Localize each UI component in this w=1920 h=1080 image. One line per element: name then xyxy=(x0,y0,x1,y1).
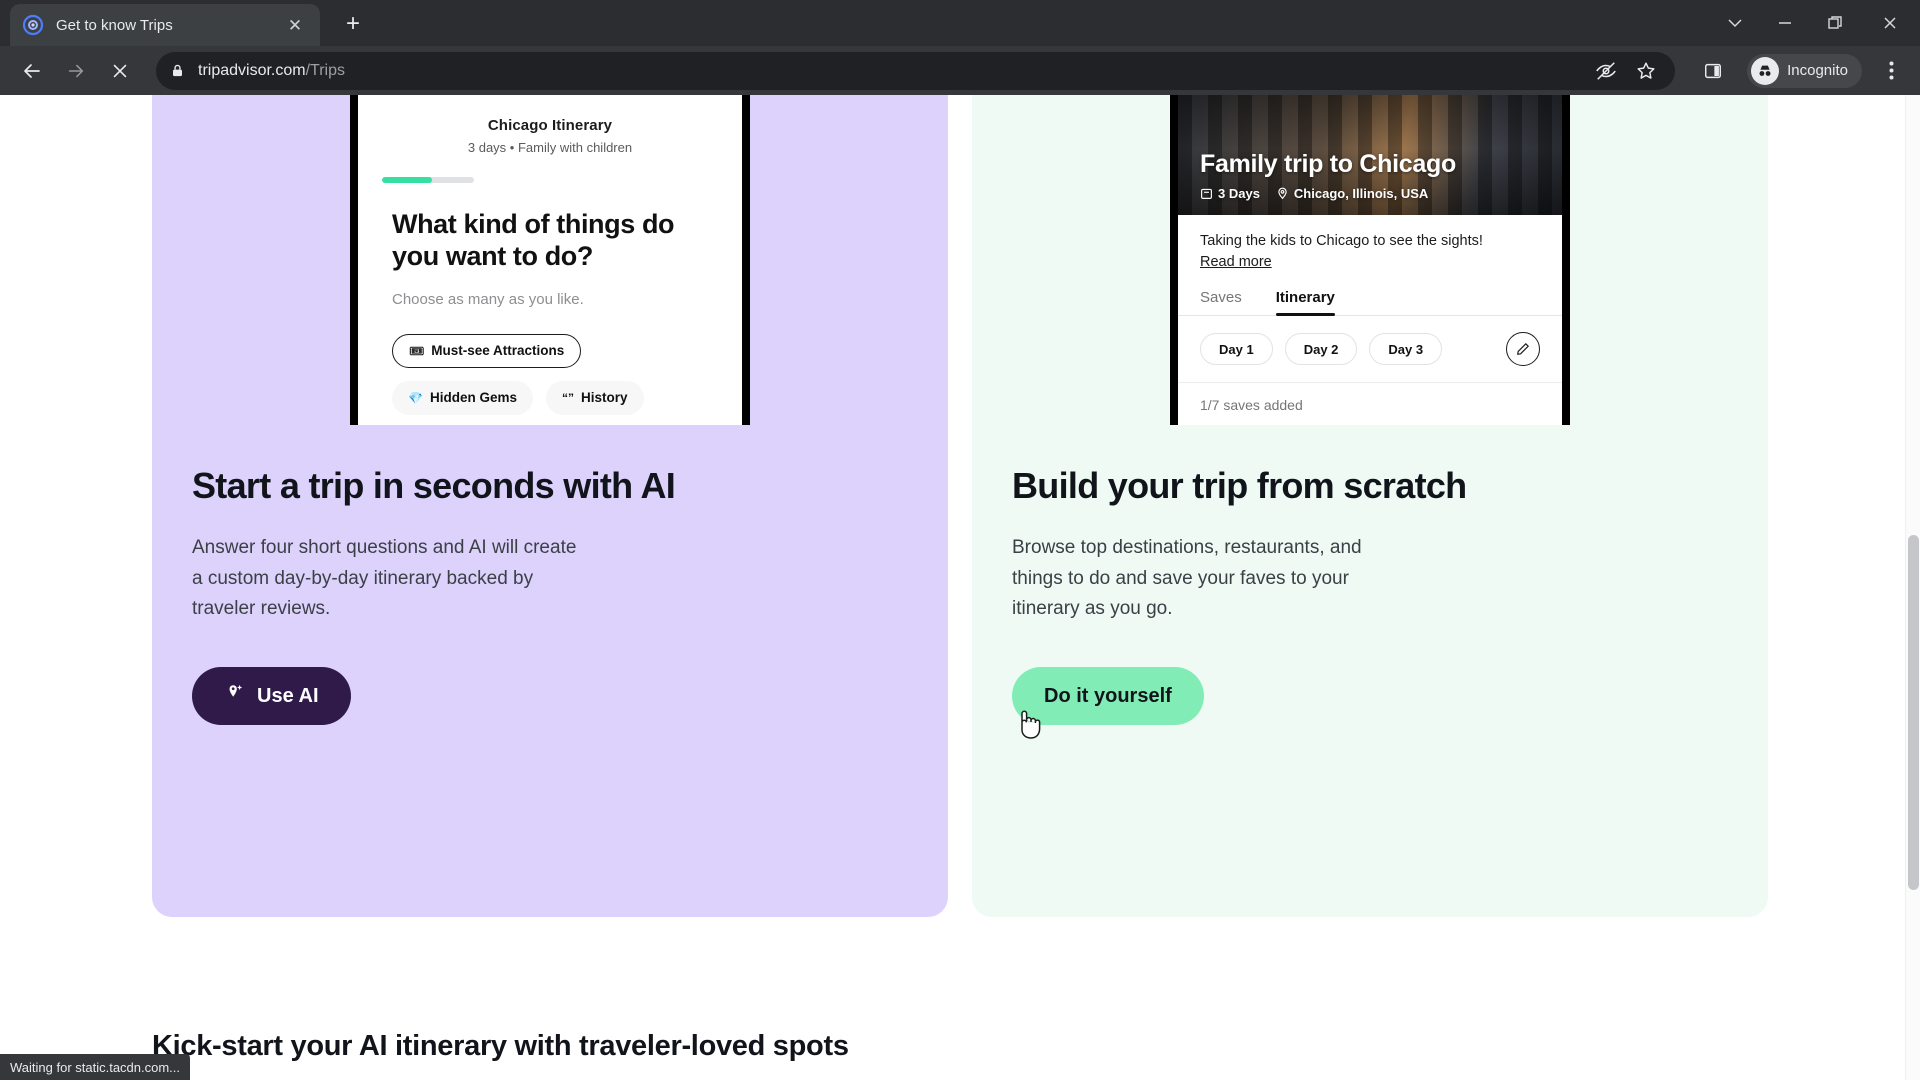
card-description: Browse top destinations, restaurants, an… xyxy=(1012,536,1362,620)
trip-title: Family trip to Chicago xyxy=(1200,150,1456,178)
forward-arrow-icon[interactable] xyxy=(56,51,96,91)
mouse-cursor-pointer xyxy=(1014,707,1044,748)
quote-icon: “” xyxy=(561,390,574,405)
trip-location-label: Chicago, Illinois, USA xyxy=(1293,186,1429,201)
close-icon[interactable] xyxy=(1860,0,1920,46)
card-description: Answer four short questions and AI will … xyxy=(192,536,577,620)
day-pill-1[interactable]: Day 1 xyxy=(1200,333,1273,365)
trip-description-block: Taking the kids to Chicago to see the si… xyxy=(1178,215,1562,271)
stop-loading-icon[interactable] xyxy=(100,51,140,91)
do-it-yourself-button-label: Do it yourself xyxy=(1044,684,1172,707)
ticket-icon: 🎟 xyxy=(409,343,425,358)
tab-title: Get to know Trips xyxy=(56,16,173,34)
calendar-icon xyxy=(1200,187,1213,200)
card-content-ai: Start a trip in seconds with AI Answer f… xyxy=(152,425,948,726)
window-controls xyxy=(1710,0,1920,46)
url-domain: tripadvisor.com xyxy=(198,61,306,79)
gem-icon: 💎 xyxy=(408,390,423,405)
chip-must-see-attractions[interactable]: 🎟 Must-see Attractions xyxy=(392,333,582,368)
trip-days-label: 3 Days xyxy=(1218,186,1260,201)
ai-pin-sparkle-icon xyxy=(224,682,246,710)
kebab-menu-icon[interactable] xyxy=(1874,52,1908,90)
back-arrow-icon[interactable] xyxy=(12,51,52,91)
question-subtitle: Choose as many as you like. xyxy=(392,290,584,308)
browser-tab[interactable]: Get to know Trips ✕ xyxy=(10,4,320,46)
tab-saves[interactable]: Saves xyxy=(1200,289,1242,315)
plus-icon[interactable]: + xyxy=(334,5,372,43)
itinerary-subtitle: 3 days • Family with children xyxy=(467,140,633,155)
eye-off-icon[interactable] xyxy=(1595,60,1617,82)
card-heading: Build your trip from scratch xyxy=(1012,465,1467,506)
minimize-icon[interactable] xyxy=(1760,0,1810,46)
star-icon[interactable] xyxy=(1635,60,1657,82)
phone-mockup-diy: Family trip to Chicago 3 Days Chicago, I… xyxy=(972,95,1768,425)
url-path: /Trips xyxy=(305,61,345,79)
phone-mockup-ai: Chicago Itinerary 3 days • Family with c… xyxy=(152,95,948,425)
trip-description: Taking the kids to Chicago to see the si… xyxy=(1200,233,1483,249)
trip-tabs: Saves Itinerary xyxy=(1178,289,1562,316)
page-viewport: Chicago Itinerary 3 days • Family with c… xyxy=(0,95,1920,1080)
incognito-avatar-icon xyxy=(1751,56,1780,85)
address-bar[interactable]: tripadvisor.com/Trips xyxy=(156,51,1676,90)
status-bubble: Waiting for static.tacdn.com... xyxy=(0,1054,191,1080)
day-selector: Day 1 Day 2 Day 3 xyxy=(1178,316,1562,383)
browser-window: Get to know Trips ✕ + tripadvisor.com/Tr… xyxy=(0,0,1920,1080)
use-ai-button-label: Use AI xyxy=(257,684,319,707)
trip-meta: 3 Days Chicago, Illinois, USA xyxy=(1200,186,1456,201)
tripadvisor-owl-icon xyxy=(22,14,44,36)
profile-label: Incognito xyxy=(1787,62,1848,79)
restore-icon[interactable] xyxy=(1810,0,1860,46)
feature-cards: Chicago Itinerary 3 days • Family with c… xyxy=(0,95,1920,917)
progress-bar-fill xyxy=(382,177,432,183)
chip-label: Must-see Attractions xyxy=(431,343,565,359)
phone-frame: Chicago Itinerary 3 days • Family with c… xyxy=(350,95,750,425)
chip-hidden-gems[interactable]: 💎 Hidden Gems xyxy=(392,380,533,415)
phone-screen: Chicago Itinerary 3 days • Family with c… xyxy=(358,95,742,425)
browser-toolbar: tripadvisor.com/Trips Incognito xyxy=(0,46,1920,95)
phone-screen: Family trip to Chicago 3 Days Chicago, I… xyxy=(1178,95,1562,425)
tab-strip: Get to know Trips ✕ + xyxy=(0,0,1920,46)
feature-card-do-it-yourself: Family trip to Chicago 3 Days Chicago, I… xyxy=(972,95,1768,917)
close-icon[interactable]: ✕ xyxy=(282,12,308,38)
page-scrollbar[interactable] xyxy=(1905,95,1920,1080)
map-pin-icon xyxy=(1276,187,1289,200)
itinerary-header: Chicago Itinerary 3 days • Family with c… xyxy=(358,95,742,155)
phone-frame: Family trip to Chicago 3 Days Chicago, I… xyxy=(1170,95,1570,425)
pencil-icon[interactable] xyxy=(1506,332,1540,366)
use-ai-button[interactable]: Use AI xyxy=(192,667,351,726)
trip-days: 3 Days xyxy=(1200,186,1260,201)
feature-card-use-ai: Chicago Itinerary 3 days • Family with c… xyxy=(152,95,948,917)
address-bar-url: tripadvisor.com/Trips xyxy=(198,62,345,80)
profile-chip[interactable]: Incognito xyxy=(1747,53,1862,88)
card-heading: Start a trip in seconds with AI xyxy=(192,465,676,506)
saves-added-count: 1/7 saves added xyxy=(1200,397,1303,413)
scrollbar-thumb[interactable] xyxy=(1908,535,1919,890)
chevron-down-icon[interactable] xyxy=(1710,0,1760,46)
day-pill-3[interactable]: Day 3 xyxy=(1369,333,1443,365)
day-pill-2[interactable]: Day 2 xyxy=(1284,333,1358,365)
read-more-link[interactable]: Read more xyxy=(1200,254,1272,270)
trip-hero-image: Family trip to Chicago 3 Days Chicago, I… xyxy=(1178,95,1562,215)
chip-label: History xyxy=(580,390,628,406)
chip-history[interactable]: “” History xyxy=(545,380,644,415)
chip-label: Hidden Gems xyxy=(429,390,517,406)
side-panel-icon[interactable] xyxy=(1693,51,1733,91)
itinerary-title: Chicago Itinerary xyxy=(487,117,613,134)
trip-hero-text: Family trip to Chicago 3 Days Chicago, I… xyxy=(1200,150,1456,201)
tab-itinerary[interactable]: Itinerary xyxy=(1275,289,1336,316)
question-title: What kind of things do you want to do? xyxy=(392,209,675,271)
omnibox-actions xyxy=(1595,60,1661,82)
lock-icon xyxy=(170,63,186,78)
trip-location: Chicago, Illinois, USA xyxy=(1276,186,1428,201)
interest-chips: 🎟 Must-see Attractions 💎 Hidden Gems “” xyxy=(392,333,712,425)
progress-bar xyxy=(382,177,474,183)
card-content-diy: Build your trip from scratch Browse top … xyxy=(972,425,1768,726)
section-heading: Kick-start your AI itinerary with travel… xyxy=(152,1030,849,1062)
